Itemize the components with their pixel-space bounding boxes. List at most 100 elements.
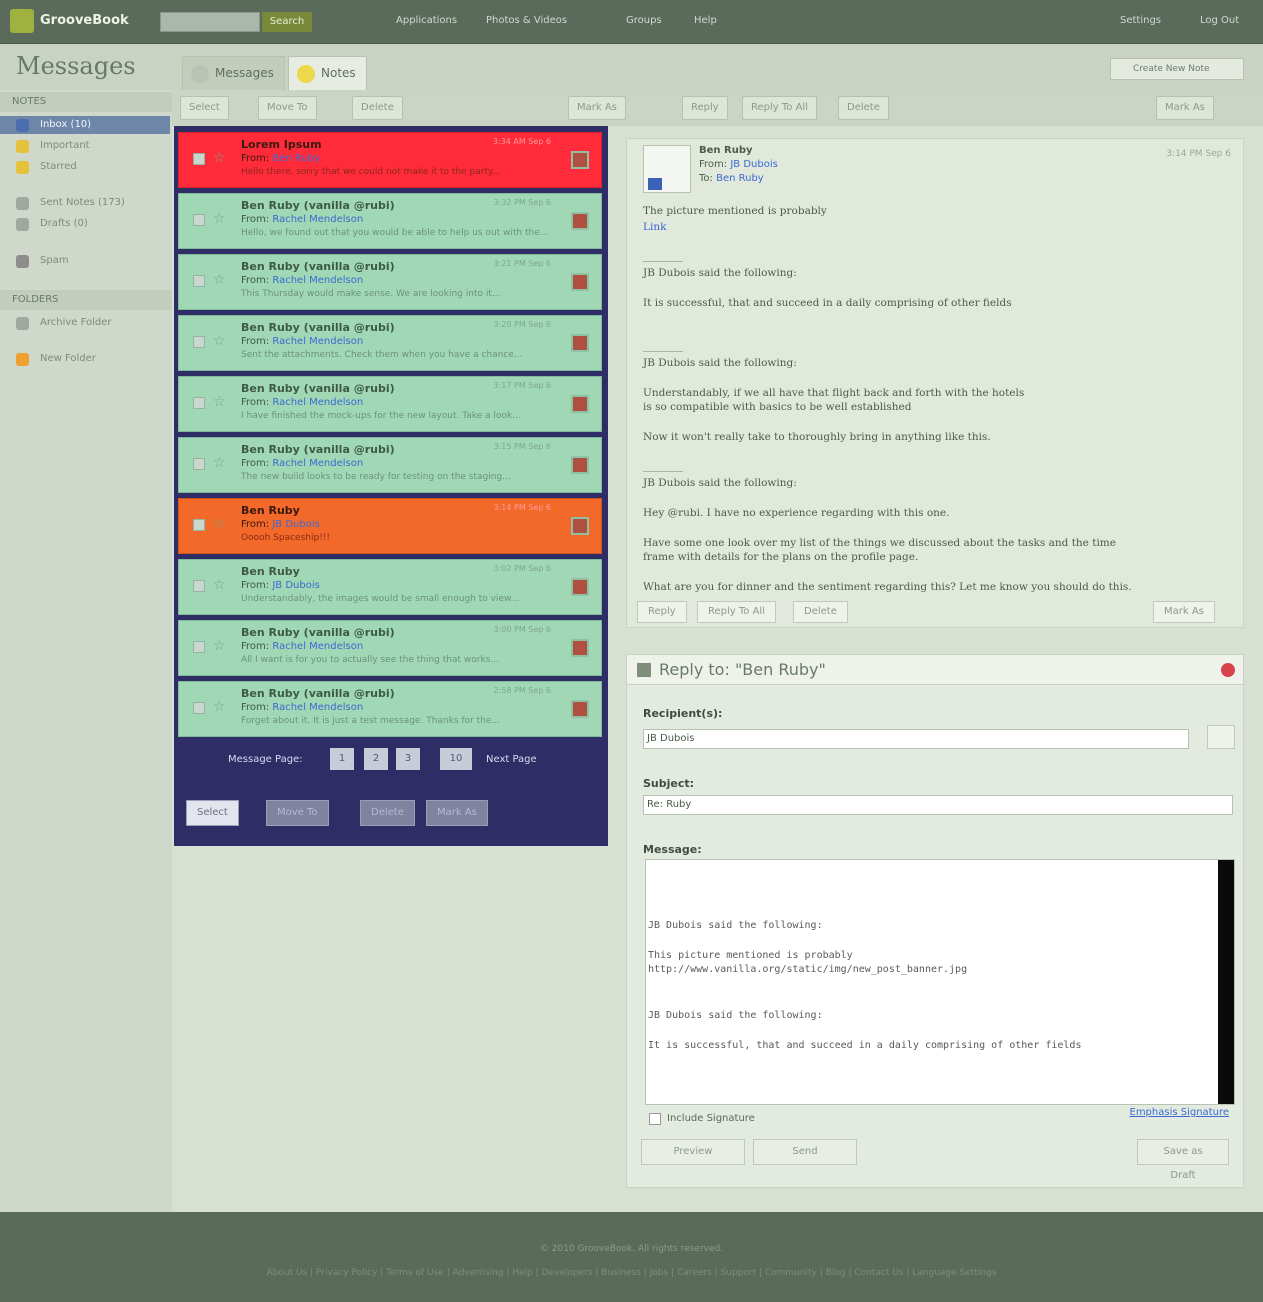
sidebar-item-important[interactable]: Important bbox=[0, 137, 170, 155]
star-icon[interactable]: ☆ bbox=[213, 333, 226, 349]
row-checkbox[interactable] bbox=[193, 458, 205, 470]
sidebar-item-starred[interactable]: Starred bbox=[0, 158, 170, 176]
toolbar-mark-as-right-button[interactable]: Mark As bbox=[1156, 96, 1214, 120]
sidebar-notes-heading: NOTES bbox=[0, 92, 172, 112]
message-row[interactable]: ☆ Ben Ruby (vanilla @rubi) From: Rachel Me… bbox=[178, 254, 602, 310]
subject-field[interactable]: Re: Ruby bbox=[643, 795, 1233, 815]
star-icon[interactable]: ☆ bbox=[213, 272, 226, 288]
reader-line: frame with details for the plans on the … bbox=[643, 551, 919, 563]
sidebar-item-drafts[interactable]: Drafts (0) bbox=[0, 215, 170, 233]
reply-icon bbox=[637, 663, 651, 677]
create-new-note-button[interactable]: Create New Note bbox=[1110, 58, 1244, 80]
reader-link[interactable]: Link bbox=[643, 221, 666, 233]
signature-link[interactable]: Emphasis Signature bbox=[1130, 1107, 1230, 1118]
page-10-button[interactable]: 10 bbox=[440, 748, 472, 770]
nav-applications[interactable]: Applications bbox=[396, 15, 457, 26]
reader-reply-button[interactable]: Reply bbox=[637, 601, 687, 623]
subject-label: Subject: bbox=[643, 777, 695, 790]
sidebar-item-inbox[interactable]: Inbox (10) bbox=[0, 116, 170, 134]
tab-notes[interactable]: Notes bbox=[288, 56, 367, 90]
row-checkbox[interactable] bbox=[193, 702, 205, 714]
nav-help[interactable]: Help bbox=[694, 15, 717, 26]
reader-mark-as-button[interactable]: Mark As bbox=[1153, 601, 1215, 623]
list-select-button[interactable]: Select bbox=[186, 800, 239, 826]
row-checkbox[interactable] bbox=[193, 153, 205, 165]
star-icon[interactable]: ☆ bbox=[213, 638, 226, 654]
address-book-button[interactable] bbox=[1207, 725, 1235, 749]
footer-links[interactable]: About Us | Privacy Policy | Terms of Use… bbox=[0, 1268, 1263, 1278]
sent-icon bbox=[16, 197, 29, 210]
sidebar-item-new-folder[interactable]: New Folder bbox=[0, 350, 170, 368]
preview-button[interactable]: Preview bbox=[641, 1139, 745, 1165]
toolbar-select-button[interactable]: Select bbox=[180, 96, 229, 120]
message-row[interactable]: ☆ Ben Ruby From: JB Dubois Ooooh Spaceship!… bbox=[178, 498, 602, 554]
star-icon[interactable]: ☆ bbox=[213, 577, 226, 593]
star-icon[interactable]: ☆ bbox=[213, 516, 226, 532]
sender-avatar[interactable] bbox=[643, 145, 691, 193]
nav-logout[interactable]: Log Out bbox=[1200, 15, 1239, 26]
row-checkbox[interactable] bbox=[193, 336, 205, 348]
toolbar-move-to-button[interactable]: Move To bbox=[258, 96, 317, 120]
reader-to[interactable]: Ben Ruby bbox=[716, 173, 764, 184]
include-signature-checkbox[interactable] bbox=[649, 1113, 661, 1125]
message-row[interactable]: ☆ Ben Ruby (vanilla @rubi) From: Rachel Me… bbox=[178, 620, 602, 676]
tab-messages[interactable]: Messages bbox=[182, 56, 285, 90]
recipients-field[interactable]: JB Dubois bbox=[643, 729, 1189, 749]
list-move-to-button[interactable]: Move To bbox=[266, 800, 329, 826]
list-mark-as-button[interactable]: Mark As bbox=[426, 800, 488, 826]
message-row[interactable]: ☆ Ben Ruby (vanilla @rubi) From: Rachel Me… bbox=[178, 193, 602, 249]
row-checkbox[interactable] bbox=[193, 519, 205, 531]
message-row[interactable]: ☆ Ben Ruby From: JB Dubois Understandably, … bbox=[178, 559, 602, 615]
page-3-button[interactable]: 3 bbox=[396, 748, 420, 770]
close-icon[interactable] bbox=[1221, 663, 1235, 677]
save-draft-button[interactable]: Save as Draft bbox=[1137, 1139, 1229, 1181]
message-row[interactable]: ☆ Lorem Ipsum From: Ben Ruby Hello there, s… bbox=[178, 132, 602, 188]
row-checkbox[interactable] bbox=[193, 214, 205, 226]
star-icon[interactable]: ☆ bbox=[213, 699, 226, 715]
sidebar-item-spam[interactable]: Spam bbox=[0, 252, 170, 270]
top-search-button[interactable]: Search bbox=[262, 12, 312, 32]
send-button[interactable]: Send bbox=[753, 1139, 857, 1165]
toolbar-delete-button[interactable]: Delete bbox=[352, 96, 403, 120]
nav-photos[interactable]: Photos & Videos bbox=[486, 15, 567, 26]
attachment-icon bbox=[571, 273, 589, 291]
list-delete-button[interactable]: Delete bbox=[360, 800, 415, 826]
reader-reply-all-button[interactable]: Reply To All bbox=[697, 601, 776, 623]
new-folder-icon bbox=[16, 353, 29, 366]
avatar-icon bbox=[648, 178, 662, 190]
page-1-button[interactable]: 1 bbox=[330, 748, 354, 770]
top-bar: GrooveBook Search Applications Photos & … bbox=[0, 0, 1263, 44]
star-icon[interactable]: ☆ bbox=[213, 211, 226, 227]
reader-delete-button[interactable]: Delete bbox=[793, 601, 848, 623]
message-reader: Ben Ruby From: JB Dubois To: Ben Ruby 3:… bbox=[626, 138, 1244, 628]
message-row[interactable]: ☆ Ben Ruby (vanilla @rubi) From: Rachel Me… bbox=[178, 376, 602, 432]
toolbar-delete-right-button[interactable]: Delete bbox=[838, 96, 889, 120]
reader-from[interactable]: JB Dubois bbox=[730, 159, 777, 170]
message-row[interactable]: ☆ Ben Ruby (vanilla @rubi) From: Rachel Me… bbox=[178, 315, 602, 371]
quote-divider bbox=[643, 351, 683, 352]
top-search-input[interactable] bbox=[160, 12, 260, 32]
toolbar-reply-all-button[interactable]: Reply To All bbox=[742, 96, 817, 120]
message-row[interactable]: ☆ Ben Ruby (vanilla @rubi) From: Rachel Me… bbox=[178, 437, 602, 493]
reader-line: The picture mentioned is probably bbox=[643, 205, 827, 217]
star-icon[interactable]: ☆ bbox=[213, 455, 226, 471]
reader-line: Understandably, if we all have that flig… bbox=[643, 387, 1025, 399]
sidebar-item-sent[interactable]: Sent Notes (173) bbox=[0, 194, 170, 212]
toolbar-reply-button[interactable]: Reply bbox=[682, 96, 728, 120]
next-page-link[interactable]: Next Page bbox=[486, 754, 537, 765]
sidebar-item-archive[interactable]: Archive Folder bbox=[0, 314, 170, 332]
row-checkbox[interactable] bbox=[193, 641, 205, 653]
row-checkbox[interactable] bbox=[193, 580, 205, 592]
row-checkbox[interactable] bbox=[193, 275, 205, 287]
app-logo[interactable]: GrooveBook bbox=[10, 8, 130, 34]
nav-groups[interactable]: Groups bbox=[626, 15, 662, 26]
star-icon[interactable]: ☆ bbox=[213, 150, 226, 166]
message-scrollbar[interactable] bbox=[1218, 860, 1234, 1104]
row-checkbox[interactable] bbox=[193, 397, 205, 409]
message-textarea[interactable]: JB Dubois said the following: This pictu… bbox=[645, 859, 1235, 1105]
toolbar-mark-as-button[interactable]: Mark As bbox=[568, 96, 626, 120]
message-row[interactable]: ☆ Ben Ruby (vanilla @rubi) From: Rachel Me… bbox=[178, 681, 602, 737]
star-icon[interactable]: ☆ bbox=[213, 394, 226, 410]
nav-settings[interactable]: Settings bbox=[1120, 15, 1161, 26]
page-2-button[interactable]: 2 bbox=[364, 748, 388, 770]
